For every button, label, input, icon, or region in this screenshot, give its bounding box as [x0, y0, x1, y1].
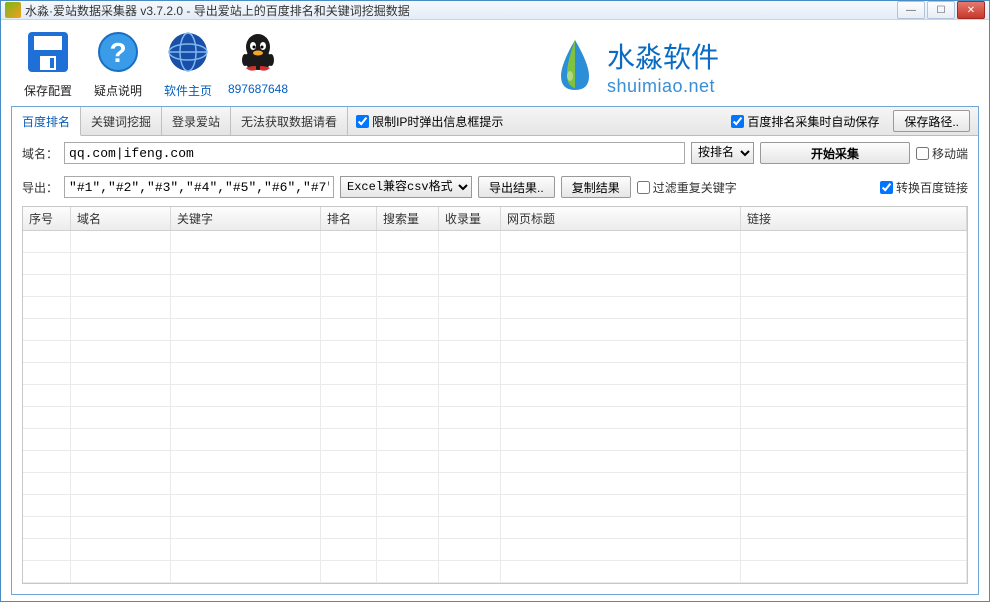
save-config-button[interactable]: 保存配置	[13, 26, 83, 99]
auto-save-checkbox[interactable]: 百度排名采集时自动保存	[731, 113, 879, 130]
col-search[interactable]: 搜索量	[377, 207, 439, 230]
auto-save-input[interactable]	[731, 115, 744, 128]
mobile-label: 移动端	[932, 145, 968, 162]
globe-icon	[164, 28, 212, 76]
brand-logo: 水淼软件 shuimiao.net	[293, 26, 977, 106]
sort-select[interactable]: 按排名	[691, 142, 754, 164]
col-index[interactable]: 序号	[23, 207, 71, 230]
faq-label: 疑点说明	[94, 82, 142, 99]
filter-dup-checkbox[interactable]: 过滤重复关键字	[637, 179, 737, 196]
table-row[interactable]	[23, 363, 967, 385]
tabbar: 百度排名 关键词挖掘 登录爱站 无法获取数据请看 限制IP时弹出信息框提示 百度…	[12, 106, 978, 136]
convert-baidu-input[interactable]	[880, 181, 893, 194]
table-row[interactable]	[23, 319, 967, 341]
table-row[interactable]	[23, 561, 967, 583]
table-row[interactable]	[23, 385, 967, 407]
convert-baidu-checkbox[interactable]: 转换百度链接	[880, 179, 968, 196]
tabbar-options: 限制IP时弹出信息框提示 百度排名采集时自动保存 保存路径..	[348, 107, 978, 135]
tab-keyword-mining[interactable]: 关键词挖掘	[81, 107, 162, 135]
table-row[interactable]	[23, 231, 967, 253]
export-result-button[interactable]: 导出结果..	[478, 176, 555, 198]
col-indexed[interactable]: 收录量	[439, 207, 501, 230]
copy-result-button[interactable]: 复制结果	[561, 176, 631, 198]
table-row[interactable]	[23, 275, 967, 297]
brand-name: 水淼软件	[607, 36, 719, 76]
table-row[interactable]	[23, 517, 967, 539]
tab-cannot-fetch[interactable]: 无法获取数据请看	[231, 107, 348, 135]
grid-header: 序号 域名 关键字 排名 搜索量 收录量 网页标题 链接	[23, 207, 967, 231]
water-drop-icon	[551, 36, 599, 96]
limit-ip-label: 限制IP时弹出信息框提示	[372, 113, 503, 130]
filter-dup-input[interactable]	[637, 181, 650, 194]
titlebar: 水淼·爱站数据采集器 v3.7.2.0 - 导出爱站上的百度排名和关键词挖掘数据…	[1, 1, 989, 20]
tab-login-aizhan[interactable]: 登录爱站	[162, 107, 231, 135]
window-title: 水淼·爱站数据采集器 v3.7.2.0 - 导出爱站上的百度排名和关键词挖掘数据	[25, 2, 897, 19]
homepage-label: 软件主页	[164, 82, 212, 99]
domain-input[interactable]	[64, 142, 685, 164]
save-icon	[24, 28, 72, 76]
close-button[interactable]: ✕	[957, 1, 985, 19]
filter-dup-label: 过滤重复关键字	[653, 179, 737, 196]
grid-body[interactable]	[23, 231, 967, 583]
mobile-checkbox[interactable]: 移动端	[916, 145, 968, 162]
export-label: 导出：	[22, 179, 58, 196]
table-row[interactable]	[23, 539, 967, 561]
save-path-button[interactable]: 保存路径..	[893, 110, 970, 132]
limit-ip-checkbox[interactable]: 限制IP时弹出信息框提示	[356, 113, 503, 130]
domain-row: 域名： 按排名 开始采集 移动端	[12, 136, 978, 170]
tab-baidu-rank[interactable]: 百度排名	[12, 107, 81, 136]
toolbar: 保存配置 ? 疑点说明 软件主页 897687648	[1, 20, 989, 106]
help-icon: ?	[94, 28, 142, 76]
table-row[interactable]	[23, 253, 967, 275]
table-row[interactable]	[23, 341, 967, 363]
app-window: 水淼·爱站数据采集器 v3.7.2.0 - 导出爱站上的百度排名和关键词挖掘数据…	[0, 0, 990, 602]
col-domain[interactable]: 域名	[71, 207, 171, 230]
table-row[interactable]	[23, 407, 967, 429]
faq-button[interactable]: ? 疑点说明	[83, 26, 153, 99]
col-title[interactable]: 网页标题	[501, 207, 741, 230]
brand-domain: shuimiao.net	[607, 76, 719, 97]
qq-button[interactable]: 897687648	[223, 26, 293, 96]
mobile-input[interactable]	[916, 147, 929, 160]
start-collect-button[interactable]: 开始采集	[760, 142, 910, 164]
svg-text:?: ?	[109, 37, 126, 68]
col-keyword[interactable]: 关键字	[171, 207, 321, 230]
export-format-select[interactable]: Excel兼容csv格式	[340, 176, 472, 198]
main-panel: 百度排名 关键词挖掘 登录爱站 无法获取数据请看 限制IP时弹出信息框提示 百度…	[11, 106, 979, 595]
table-row[interactable]	[23, 451, 967, 473]
minimize-button[interactable]: —	[897, 1, 925, 19]
maximize-button[interactable]: ☐	[927, 1, 955, 19]
col-link[interactable]: 链接	[741, 207, 967, 230]
domain-label: 域名：	[22, 145, 58, 162]
table-row[interactable]	[23, 297, 967, 319]
col-rank[interactable]: 排名	[321, 207, 377, 230]
homepage-button[interactable]: 软件主页	[153, 26, 223, 99]
auto-save-label: 百度排名采集时自动保存	[747, 113, 879, 130]
export-template-input[interactable]	[64, 176, 334, 198]
table-row[interactable]	[23, 473, 967, 495]
save-config-label: 保存配置	[24, 82, 72, 99]
table-row[interactable]	[23, 495, 967, 517]
qq-label: 897687648	[228, 82, 288, 96]
app-icon	[5, 2, 21, 18]
convert-baidu-label: 转换百度链接	[896, 179, 968, 196]
results-grid: 序号 域名 关键字 排名 搜索量 收录量 网页标题 链接	[22, 206, 968, 584]
table-row[interactable]	[23, 429, 967, 451]
window-controls: — ☐ ✕	[897, 1, 985, 19]
export-row: 导出： Excel兼容csv格式 导出结果.. 复制结果 过滤重复关键字 转换百…	[12, 170, 978, 204]
limit-ip-input[interactable]	[356, 115, 369, 128]
qq-icon	[234, 28, 282, 76]
